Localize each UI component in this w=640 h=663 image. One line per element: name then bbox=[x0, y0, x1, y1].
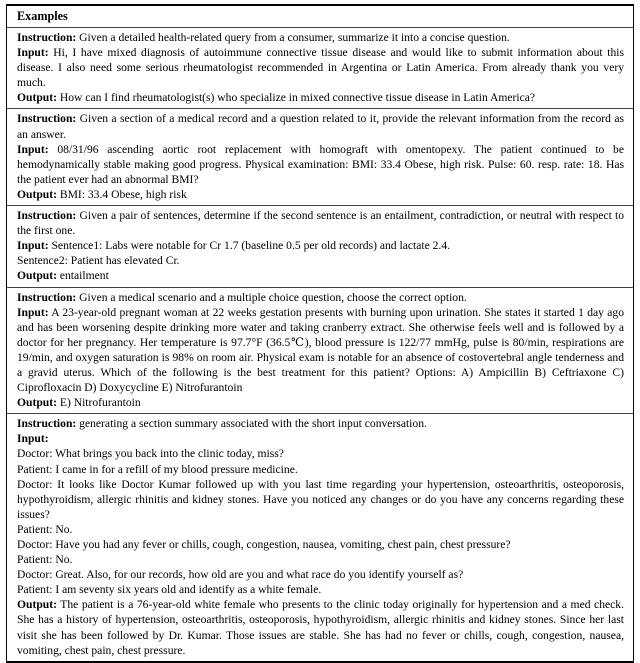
instruction-line: Instruction: generating a section summar… bbox=[17, 416, 624, 431]
output-line: Output: E) Nitrofurantoin bbox=[17, 395, 624, 410]
instruction-text: Given a detailed health-related query fr… bbox=[79, 31, 510, 44]
output-line: Output: The patient is a 76-year-old whi… bbox=[17, 597, 624, 657]
input-line: Input: A 23-year-old pregnant woman at 2… bbox=[17, 305, 624, 396]
instruction-label: Instruction: bbox=[17, 112, 77, 126]
dialogue-turn: Doctor: Have you had any fever or chills… bbox=[17, 538, 511, 551]
input-label: Input: bbox=[17, 305, 49, 319]
instruction-label: Instruction: bbox=[17, 31, 77, 44]
output-label: Output: bbox=[17, 598, 57, 612]
instruction-text: Given a medical scenario and a multiple … bbox=[79, 290, 467, 304]
input-label: Input: bbox=[17, 239, 49, 253]
output-text: entailment bbox=[59, 269, 109, 283]
input-text: 08/31/96 ascending aortic root replaceme… bbox=[17, 142, 624, 186]
output-label: Output: bbox=[17, 91, 57, 105]
dialogue-turn: Patient: No. bbox=[17, 522, 73, 536]
dialogue-turn: Doctor: It looks like Doctor Kumar follo… bbox=[17, 477, 624, 521]
instruction-label: Instruction: bbox=[17, 209, 77, 223]
table-header-examples: Examples bbox=[17, 9, 68, 23]
dialogue-turn: Doctor: What brings you back into the cl… bbox=[17, 447, 284, 461]
input-line: Input: Sentence1: Labs were notable for … bbox=[17, 238, 624, 253]
dialogue-turn: Patient: No. bbox=[17, 553, 73, 567]
input-line-2: Sentence2: Patient has elevated Cr. bbox=[17, 253, 624, 268]
output-line: Output: How can I find rheumatologist(s)… bbox=[17, 90, 624, 105]
input-text: Sentence1: Labs were notable for Cr 1.7 … bbox=[51, 239, 451, 253]
instruction-text: Given a section of a medical record and … bbox=[17, 112, 625, 141]
input-text: Hi, I have mixed diagnosis of autoimmune… bbox=[17, 46, 624, 90]
input-text: A 23-year-old pregnant woman at 22 weeks… bbox=[17, 305, 625, 395]
output-text: The patient is a 76-year-old white femal… bbox=[17, 598, 624, 657]
sentence2-text: Sentence2: Patient has elevated Cr. bbox=[17, 254, 180, 268]
dialogue-turn: Doctor: Great. Also, for our records, ho… bbox=[17, 568, 464, 582]
output-label: Output: bbox=[17, 187, 57, 201]
dialogue-turn: Patient: I came in for a refill of my bl… bbox=[17, 462, 298, 476]
example-row: Instruction: Given a detailed health-rel… bbox=[7, 28, 633, 108]
instruction-line: Instruction: Given a medical scenario an… bbox=[17, 290, 624, 305]
output-text: E) Nitrofurantoin bbox=[59, 396, 141, 410]
instruction-line: Instruction: Given a pair of sentences, … bbox=[17, 208, 624, 238]
instruction-text: Given a pair of sentences, determine if … bbox=[17, 209, 625, 238]
input-line: Input: Hi, I have mixed diagnosis of aut… bbox=[17, 45, 624, 90]
instruction-line: Instruction: Given a section of a medica… bbox=[17, 111, 624, 141]
input-label: Input: bbox=[17, 46, 49, 60]
example-row: Instruction: Given a pair of sentences, … bbox=[7, 206, 633, 286]
instruction-label: Instruction: bbox=[17, 290, 77, 304]
input-label: Input: bbox=[17, 142, 49, 156]
input-line: Input: 08/31/96 ascending aortic root re… bbox=[17, 142, 624, 187]
examples-page: Examples Instruction: Given a detailed h… bbox=[0, 4, 640, 663]
output-line: Output: BMI: 33.4 Obese, high risk bbox=[17, 187, 624, 202]
example-row: Instruction: Given a section of a medica… bbox=[7, 109, 633, 205]
input-line: Input: bbox=[17, 431, 624, 446]
output-text: BMI: 33.4 Obese, high risk bbox=[59, 187, 187, 201]
instruction-text: generating a section summary associated … bbox=[79, 417, 427, 431]
output-line: Output: entailment bbox=[17, 268, 624, 283]
instruction-label: Instruction: bbox=[17, 417, 77, 431]
examples-table: Examples Instruction: Given a detailed h… bbox=[6, 4, 634, 663]
example-row: Instruction: generating a section summar… bbox=[7, 414, 633, 661]
dialogue-turn: Patient: I am seventy six years old and … bbox=[17, 583, 322, 597]
output-text: How can I find rheumatologist(s) who spe… bbox=[59, 91, 536, 105]
instruction-line: Instruction: Given a detailed health-rel… bbox=[17, 30, 624, 45]
table-bottom-rule bbox=[7, 660, 633, 663]
output-label: Output: bbox=[17, 269, 57, 283]
input-label: Input: bbox=[17, 432, 49, 446]
example-row: Instruction: Given a medical scenario an… bbox=[7, 288, 633, 414]
output-label: Output: bbox=[17, 396, 57, 410]
